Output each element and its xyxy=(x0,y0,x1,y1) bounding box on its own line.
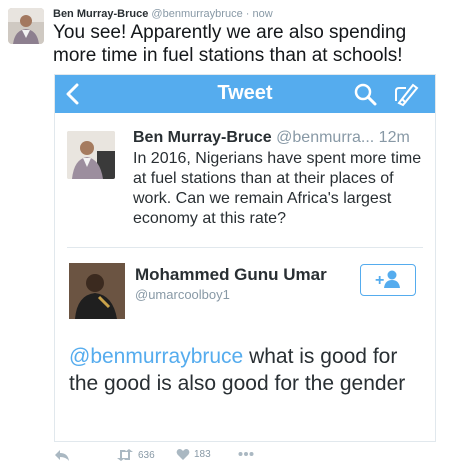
header-separator: · xyxy=(245,8,250,20)
quoted-tweet[interactable]: Ben Murray-Bruce @benmurra... 12m In 201… xyxy=(67,129,423,259)
reply-author-avatar[interactable] xyxy=(69,263,125,319)
author-avatar[interactable] xyxy=(8,8,44,44)
like-count: 183 xyxy=(194,449,211,460)
tweet-header: Ben Murray-Bruce @benmurraybruce · now xyxy=(53,8,273,20)
retweet-count: 636 xyxy=(138,449,155,461)
quoted-author-name[interactable]: Ben Murray-Bruce xyxy=(133,129,272,146)
quoted-text: In 2016, Nigerians have spent more time … xyxy=(133,150,422,227)
follow-user-icon: + xyxy=(361,270,415,299)
reply-author-name[interactable]: Mohammed Gunu Umar xyxy=(135,265,327,285)
app-bar: Tweet xyxy=(55,75,435,113)
embedded-screenshot: Tweet Ben Murray-Bruce @benmurra... 12m … xyxy=(54,74,436,442)
quoted-author-avatar[interactable] xyxy=(67,131,115,179)
reply-text: @benmurraybruce what is good for the goo… xyxy=(69,343,409,397)
author-name[interactable]: Ben Murray-Bruce xyxy=(53,8,148,20)
retweet-icon xyxy=(117,449,133,461)
retweet-button[interactable]: 636 xyxy=(116,448,155,462)
follow-button[interactable]: + xyxy=(360,264,416,296)
reply-icon[interactable] xyxy=(54,448,70,462)
quoted-time: 12m xyxy=(378,129,410,146)
tweet-actions: 636 183 xyxy=(54,448,434,466)
heart-icon xyxy=(176,449,190,460)
divider xyxy=(67,247,423,248)
compose-icon[interactable] xyxy=(393,81,419,112)
svg-text:+: + xyxy=(375,272,384,289)
reply-author-handle[interactable]: @umarcoolboy1 xyxy=(135,287,230,302)
like-button[interactable]: 183 xyxy=(176,448,211,461)
author-handle[interactable]: @benmurraybruce xyxy=(151,8,242,20)
quoted-header: Ben Murray-Bruce @benmurra... 12m xyxy=(133,129,410,147)
app-bar-title: Tweet xyxy=(217,82,273,104)
search-icon[interactable] xyxy=(353,82,377,111)
reply-mention[interactable]: @benmurraybruce xyxy=(69,345,243,368)
quoted-author-handle[interactable]: @benmurra... xyxy=(276,129,374,146)
more-icon[interactable] xyxy=(238,451,254,457)
tweet-time[interactable]: now xyxy=(252,8,272,20)
tweet-text: You see! Apparently we are also spending… xyxy=(53,22,407,66)
